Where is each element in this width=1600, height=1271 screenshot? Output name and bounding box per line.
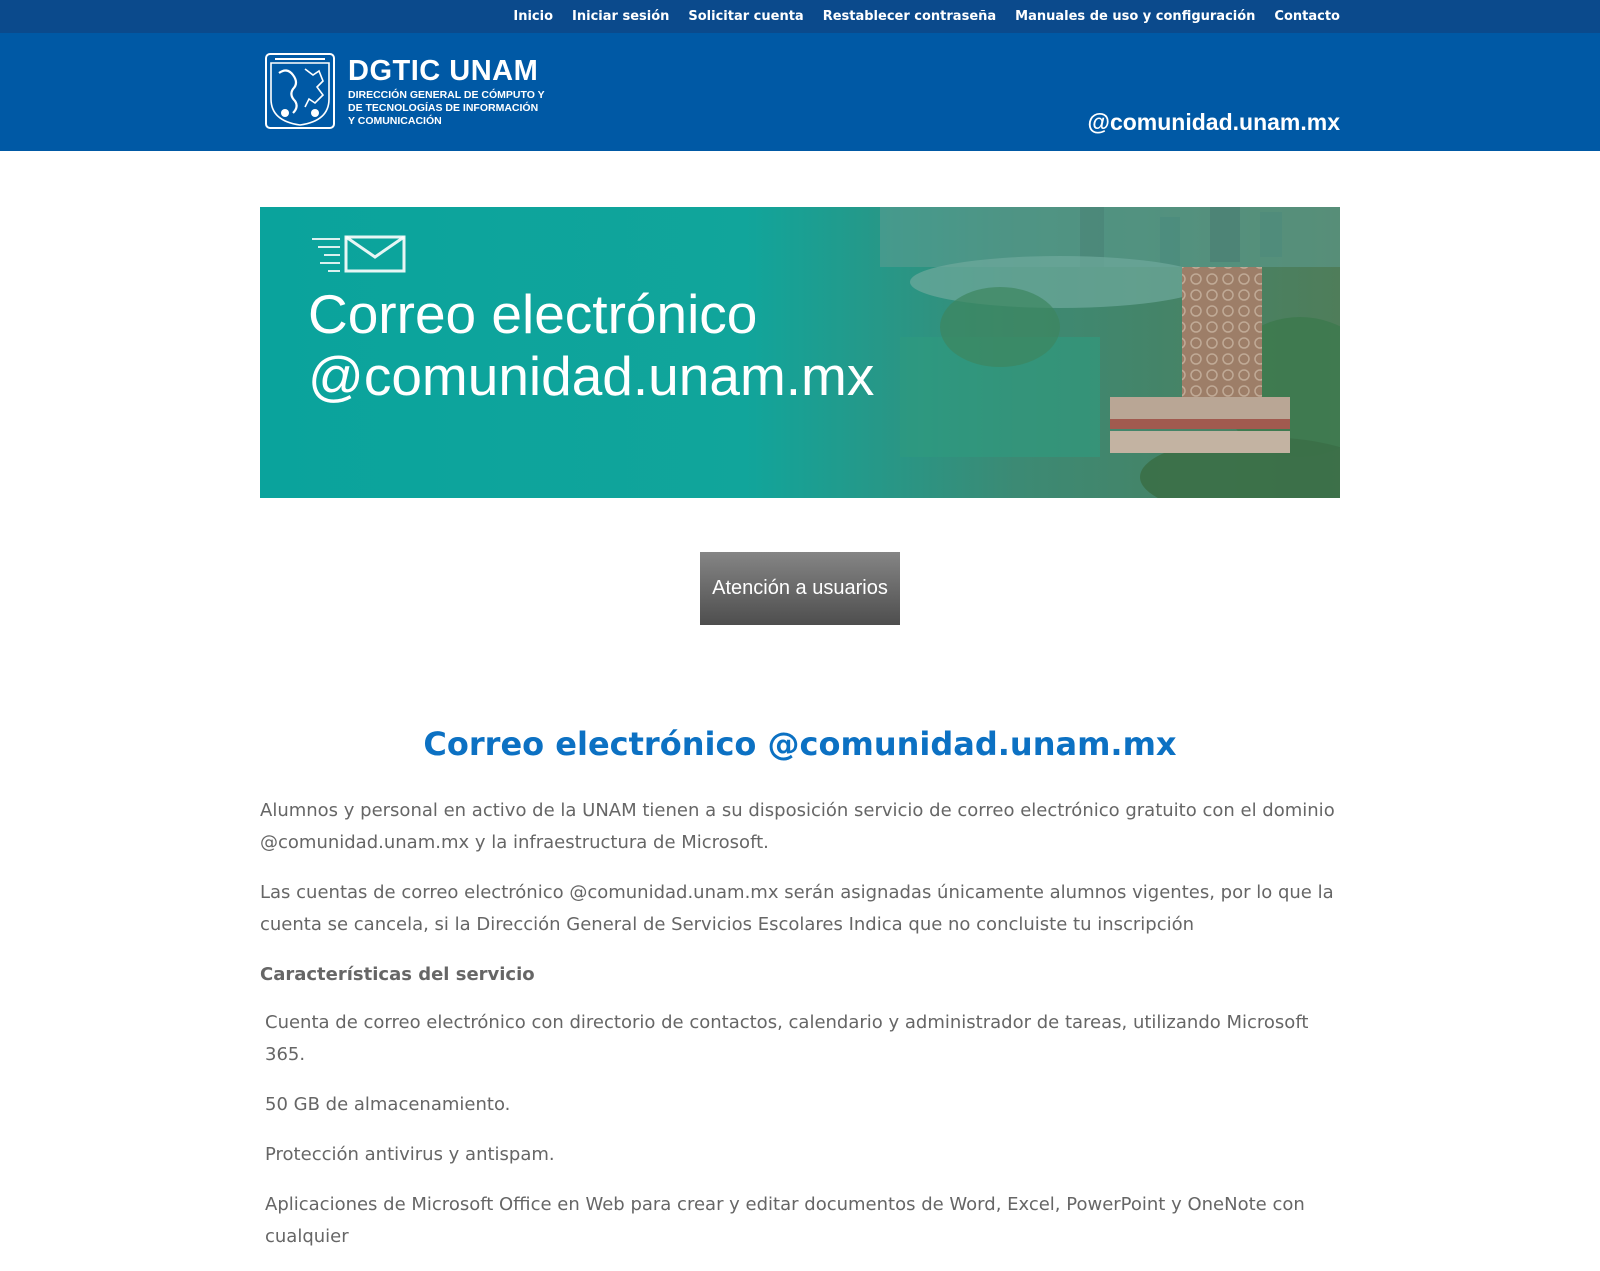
header-domain-title: @comunidad.unam.mx: [1087, 109, 1340, 135]
nav-link-restablecer-contrasena[interactable]: Restablecer contraseña: [823, 9, 996, 24]
logo-title: DGTIC UNAM: [348, 54, 539, 87]
intro-paragraph: Alumnos y personal en activo de la UNAM …: [260, 800, 1335, 853]
nav-link-manuales[interactable]: Manuales de uso y configuración: [1015, 9, 1255, 24]
accounts-paragraph: Las cuentas de correo electrónico @comun…: [260, 882, 1334, 935]
feature-item: 50 GB de almacenamiento.: [265, 1094, 511, 1115]
top-bar: Inicio Iniciar sesión Solicitar cuenta R…: [0, 0, 1600, 33]
unam-shield-icon: [265, 53, 335, 129]
page-title: Correo electrónico @comunidad.unam.mx: [423, 725, 1177, 763]
logo-subtitle-1: DIRECCIÓN GENERAL DE CÓMPUTO Y: [348, 88, 545, 101]
feature-item: Aplicaciones de Microsoft Office en Web …: [265, 1194, 1305, 1247]
top-navigation: Inicio Iniciar sesión Solicitar cuenta R…: [494, 0, 1340, 33]
nav-link-solicitar-cuenta[interactable]: Solicitar cuenta: [688, 9, 803, 24]
logo-subtitle-3: Y COMUNICACIÓN: [348, 114, 442, 127]
banner-heading-line-2: @comunidad.unam.mx: [308, 345, 875, 407]
nav-link-inicio[interactable]: Inicio: [513, 9, 553, 24]
logo-subtitle-2: DE TECNOLOGÍAS DE INFORMACIÓN: [348, 101, 539, 114]
banner-heading-line-1: Correo electrónico: [308, 283, 758, 345]
site-header: DGTIC UNAM DIRECCIÓN GENERAL DE CÓMPUTO …: [0, 33, 1600, 151]
feature-item: Cuenta de correo electrónico con directo…: [265, 1012, 1309, 1065]
user-support-button[interactable]: Atención a usuarios: [700, 552, 900, 625]
dgtic-logo[interactable]: DGTIC UNAM DIRECCIÓN GENERAL DE CÓMPUTO …: [265, 53, 545, 129]
feature-item: Protección antivirus y antispam.: [265, 1144, 555, 1165]
nav-link-contacto[interactable]: Contacto: [1274, 9, 1340, 24]
envelope-icon: [312, 235, 406, 273]
hero-banner: Correo electrónico @comunidad.unam.mx: [260, 207, 1340, 498]
features-heading: Características del servicio: [260, 964, 535, 985]
nav-link-iniciar-sesion[interactable]: Iniciar sesión: [572, 9, 669, 24]
